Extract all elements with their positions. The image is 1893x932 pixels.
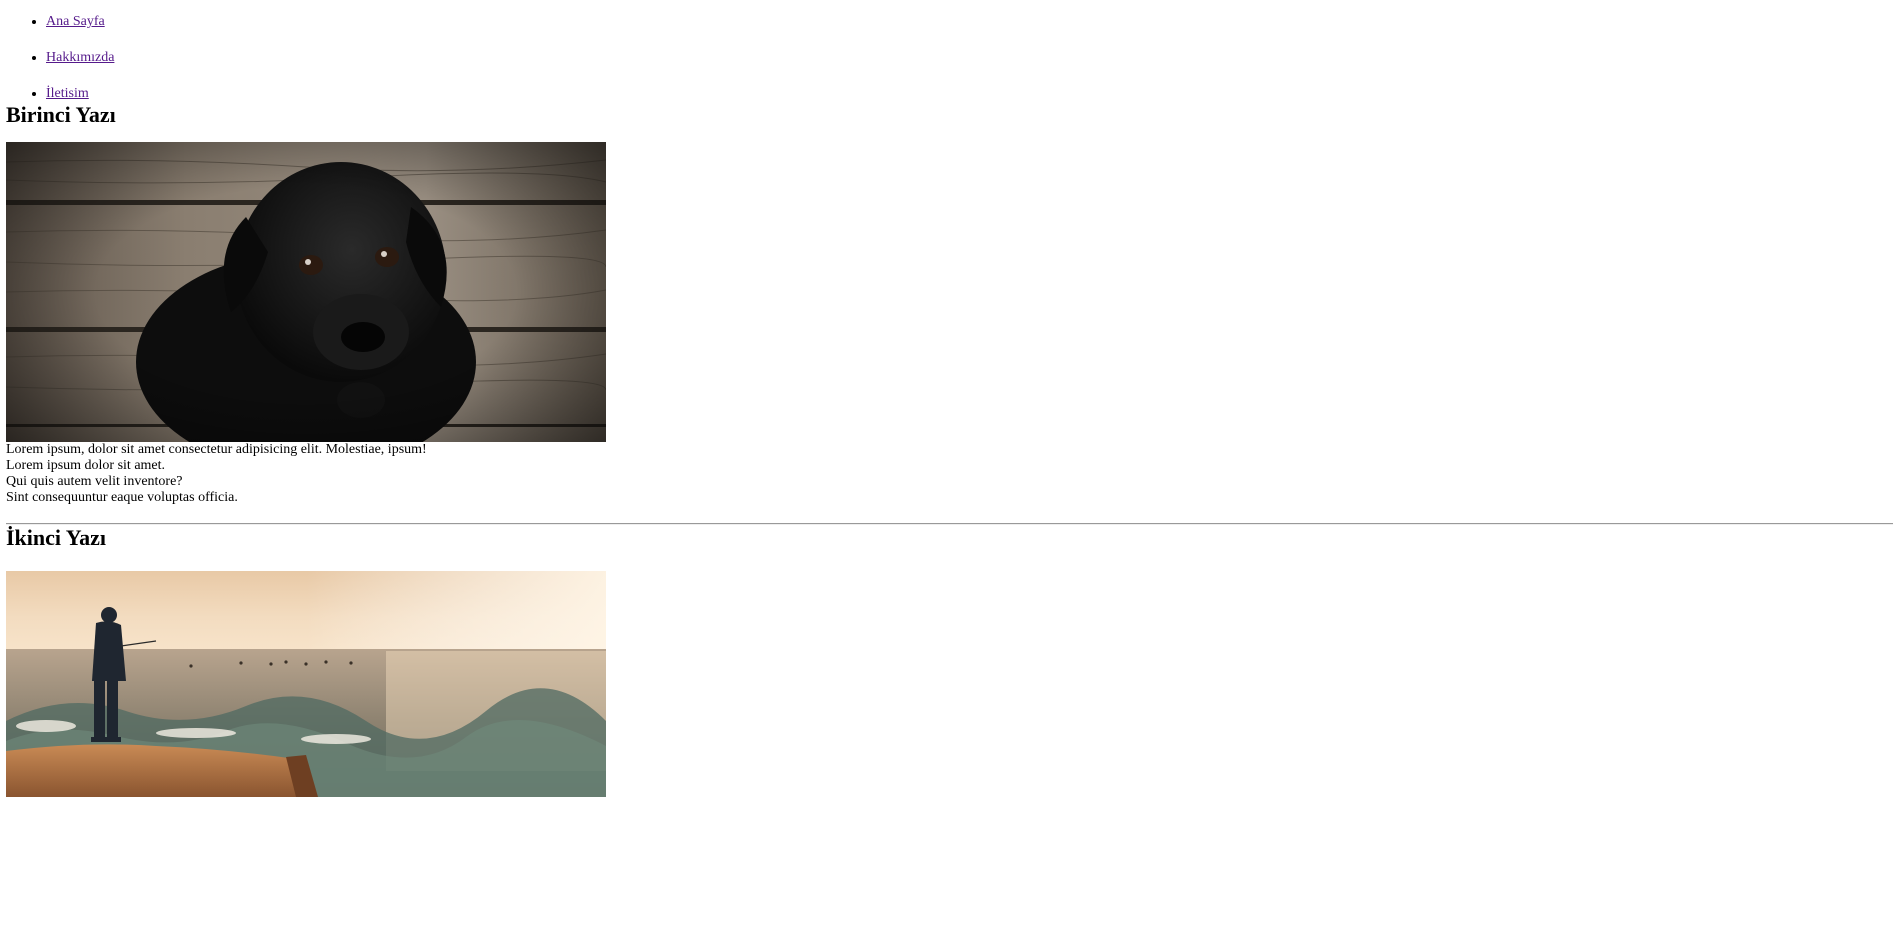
nav-link-home[interactable]: Ana Sayfa: [46, 14, 105, 29]
nav-list: Ana Sayfa Hakkımızda İletisim: [6, 0, 1893, 102]
post-image-2: [6, 571, 606, 797]
page: Ana Sayfa Hakkımızda İletisim Birinci Ya…: [0, 0, 1893, 797]
nav-link-about[interactable]: Hakkımızda: [46, 50, 114, 65]
nav-item-about: Hakkımızda: [46, 50, 1893, 66]
post-title-2: İkinci Yazı: [6, 525, 107, 550]
post-1-paragraph-4: Sint consequuntur eaque voluptas officia…: [6, 490, 238, 505]
post-1-paragraph-3: Qui quis autem velit inventore?: [6, 474, 183, 489]
post-1-paragraph-1: Lorem ipsum, dolor sit amet consectetur …: [6, 442, 427, 457]
nav-item-contact: İletisim: [46, 86, 1893, 102]
post-title-1: Birinci Yazı: [6, 102, 116, 127]
post-image-1: [6, 142, 606, 442]
post-1-paragraph-2: Lorem ipsum dolor sit amet.: [6, 458, 166, 473]
nav-item-home: Ana Sayfa: [46, 14, 1893, 30]
nav-link-contact[interactable]: İletisim: [46, 86, 89, 101]
